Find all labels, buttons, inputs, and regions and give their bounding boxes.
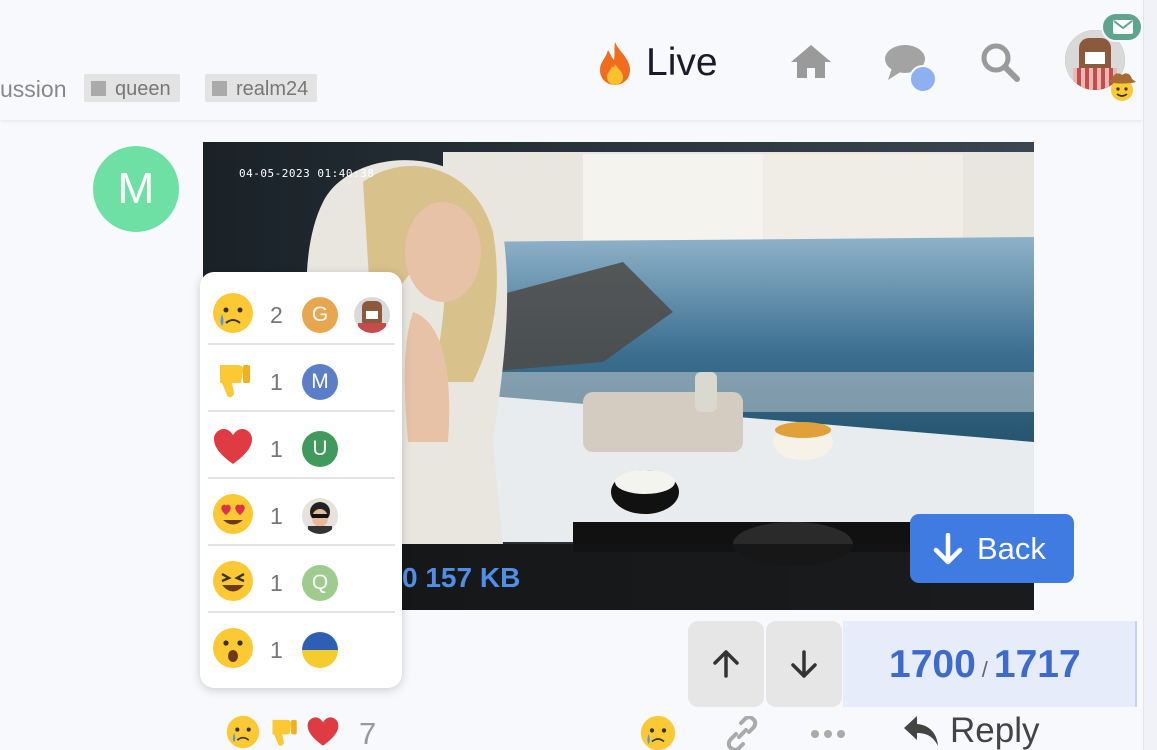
post-position: 1700/1717 — [889, 643, 1081, 687]
timeline-down-button[interactable] — [766, 621, 842, 707]
live-label: Live — [646, 41, 718, 84]
laughing-face-icon — [213, 561, 253, 601]
position-separator: / — [981, 657, 988, 682]
back-label: Back — [977, 530, 1046, 566]
reactor-avatar-image[interactable] — [354, 297, 390, 333]
ukraine-flag-icon — [302, 632, 338, 668]
live-link[interactable]: Live — [596, 40, 718, 86]
total-post-count: 1717 — [993, 643, 1081, 686]
reply-label: Reply — [950, 711, 1040, 750]
arrow-down-icon — [933, 532, 963, 564]
reaction-count: 1 — [270, 570, 283, 596]
link-icon[interactable] — [724, 716, 760, 750]
reactor-avatar[interactable]: Q — [302, 565, 338, 601]
scroll-gutter[interactable] — [1143, 0, 1157, 750]
reaction-count: 1 — [270, 637, 283, 663]
fire-icon — [600, 42, 630, 85]
reactor-avatar-flag[interactable] — [302, 632, 338, 668]
my-reaction-crying-icon[interactable] — [640, 715, 676, 750]
reaction-row-heart[interactable]: 1 U — [208, 412, 395, 479]
chat-button[interactable] — [884, 44, 940, 94]
home-icon[interactable] — [789, 43, 833, 79]
reactions-popover: 2 G 1 M 1 U 1 1 Q 1 — [200, 272, 402, 688]
post-author-avatar[interactable]: M — [93, 146, 179, 232]
back-button[interactable]: Back — [910, 514, 1074, 583]
timeline-up-button[interactable] — [688, 621, 764, 707]
reply-icon — [904, 716, 938, 746]
thumbs-down-icon — [220, 365, 250, 398]
tag-label: realm24 — [236, 78, 309, 100]
site-header: ussion queen realm24 Live — [0, 0, 1143, 120]
reactor-avatar[interactable]: M — [302, 364, 338, 400]
category-breadcrumb[interactable]: ussion — [0, 76, 66, 103]
cowboy-emoji-icon — [1108, 73, 1136, 101]
reactor-avatar[interactable]: G — [302, 297, 338, 333]
timeline-progress[interactable]: 1700/1717 — [843, 621, 1137, 707]
reaction-row-thumbsdown[interactable]: 1 M — [208, 345, 395, 412]
thumbs-down-icon[interactable] — [266, 715, 300, 749]
reaction-row-laughing[interactable]: 1 Q — [208, 546, 395, 613]
crying-face-icon[interactable] — [226, 715, 260, 749]
reaction-row-heart-eyes[interactable]: 1 — [208, 479, 395, 546]
tag-queen[interactable]: queen — [84, 74, 180, 102]
unread-dot — [909, 65, 937, 93]
tag-icon — [212, 81, 227, 96]
more-options-icon[interactable] — [810, 727, 846, 741]
heart-eyes-icon — [213, 494, 253, 534]
image-filesize: 0 157 KB — [402, 562, 521, 593]
red-heart-icon[interactable] — [306, 715, 340, 749]
reply-button[interactable]: Reply — [902, 711, 1039, 750]
reaction-row-crying[interactable]: 2 G — [208, 278, 395, 345]
reaction-count: 1 — [270, 369, 283, 395]
reaction-total[interactable]: 7 — [359, 716, 376, 750]
arrow-down-icon — [791, 650, 817, 678]
notification-badge[interactable] — [1101, 12, 1143, 42]
reaction-count: 1 — [270, 436, 283, 462]
reaction-row-surprised[interactable]: 1 — [208, 613, 395, 680]
tag-icon — [91, 81, 106, 96]
tag-label: queen — [115, 78, 171, 100]
reaction-count: 1 — [270, 503, 283, 529]
arrow-up-icon — [713, 650, 739, 678]
search-icon[interactable] — [980, 42, 1020, 82]
reaction-count: 2 — [270, 302, 283, 328]
reactor-avatar[interactable]: U — [302, 431, 338, 467]
tag-realm24[interactable]: realm24 — [205, 74, 318, 102]
reactor-avatar-image[interactable] — [302, 498, 338, 534]
current-post-number: 1700 — [889, 643, 976, 686]
red-heart-icon — [214, 429, 252, 464]
crying-face-icon — [213, 293, 253, 333]
camera-timestamp: 04-05-2023 01:40:38 — [239, 167, 375, 180]
mail-icon — [1113, 20, 1133, 34]
surprised-face-icon — [213, 628, 253, 668]
